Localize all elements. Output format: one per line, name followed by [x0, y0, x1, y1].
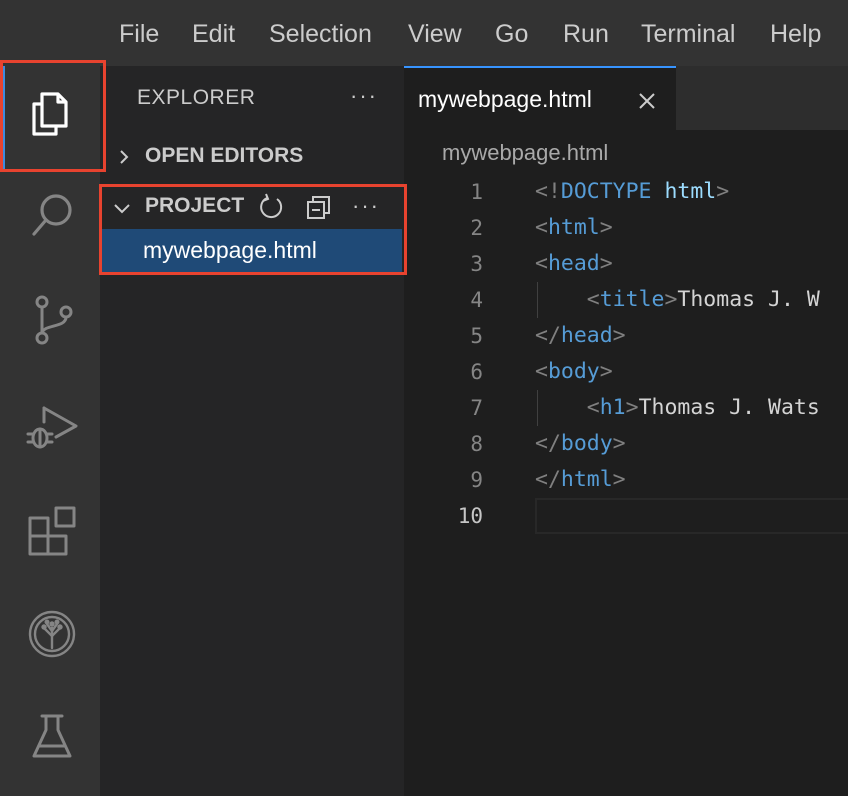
code-token: Thomas J. W [677, 287, 820, 312]
menu-run[interactable]: Run [563, 18, 609, 50]
open-editors-section[interactable]: OPEN EDITORS [100, 140, 404, 174]
collapse-all-icon[interactable] [304, 193, 334, 223]
code-token: > [716, 179, 730, 204]
code-line-5[interactable]: </head> [535, 318, 626, 354]
code-token: title [599, 287, 665, 312]
code-token: head [547, 251, 600, 276]
code-line-6[interactable]: <body> [535, 354, 613, 390]
code-token: > [612, 323, 626, 348]
code-token: <! [535, 179, 561, 204]
activity-bar [0, 66, 100, 796]
explorer-title: EXPLORER [137, 86, 256, 109]
code-token: > [599, 359, 613, 384]
explorer-sidebar: EXPLORER ··· OPEN EDITORS PROJECT ··· my… [100, 66, 404, 796]
lab-flask-icon[interactable] [22, 706, 82, 766]
menu-go[interactable]: Go [495, 18, 528, 50]
code-token: html [547, 215, 600, 240]
menu-selection[interactable]: Selection [269, 18, 372, 50]
line-number: 6 [470, 360, 483, 384]
code-token: > [612, 431, 626, 456]
open-editors-label: OPEN EDITORS [145, 144, 304, 167]
code-token: < [535, 251, 548, 276]
code-token: head [560, 323, 613, 348]
chevron-down-icon [114, 204, 130, 214]
code-token: < [586, 395, 600, 420]
code-token: body [547, 359, 600, 384]
code-line-8[interactable]: </body> [535, 426, 626, 462]
breadcrumb[interactable]: mywebpage.html [442, 140, 608, 166]
line-number: 1 [470, 180, 483, 204]
line-number: 9 [470, 468, 483, 492]
tab-mywebpage[interactable]: mywebpage.html [404, 66, 676, 130]
code-token: < [535, 215, 548, 240]
code-token: body [560, 431, 613, 456]
project-section[interactable]: PROJECT ··· [100, 190, 404, 226]
project-label: PROJECT [145, 194, 245, 217]
code-token: < [535, 359, 548, 384]
line-number: 7 [470, 396, 483, 420]
active-indicator [0, 66, 5, 170]
menu-help[interactable]: Help [770, 18, 821, 50]
menu-edit[interactable]: Edit [192, 18, 235, 50]
skills-network-icon[interactable] [22, 604, 82, 664]
run-debug-icon[interactable] [22, 396, 82, 456]
code-token: > [612, 467, 626, 492]
code-token: DOCTYPE [560, 179, 652, 204]
explorer-more-actions[interactable]: ··· [350, 85, 378, 107]
code-token: html [560, 467, 613, 492]
menu-file[interactable]: File [119, 18, 159, 50]
code-token: </ [535, 323, 561, 348]
project-more-actions[interactable]: ··· [352, 195, 380, 217]
menu-terminal[interactable]: Terminal [641, 18, 735, 50]
code-token: > [599, 215, 613, 240]
source-control-icon[interactable] [22, 290, 82, 350]
line-number: 5 [470, 324, 483, 348]
code-token: h1 [599, 395, 626, 420]
code-token: < [586, 287, 600, 312]
code-line-2[interactable]: <html> [535, 210, 613, 246]
editor-tab-bar: mywebpage.html [404, 66, 848, 130]
line-number: 3 [470, 252, 483, 276]
line-number: 2 [470, 216, 483, 240]
line-number: 4 [470, 288, 483, 312]
file-item-mywebpage[interactable]: mywebpage.html [102, 229, 402, 273]
code-line-7[interactable]: <h1>Thomas J. Wats [535, 390, 820, 426]
explorer-icon[interactable] [22, 84, 82, 144]
chevron-right-icon [120, 150, 129, 164]
menu-view[interactable]: View [408, 18, 462, 50]
line-number: 8 [470, 432, 483, 456]
refresh-icon[interactable] [256, 192, 286, 222]
code-token: > [664, 287, 678, 312]
file-item-label: mywebpage.html [143, 237, 317, 263]
extensions-icon[interactable] [22, 500, 82, 560]
menu-bar: File Edit Selection View Go Run Terminal… [0, 0, 848, 66]
code-line-3[interactable]: <head> [535, 246, 613, 282]
code-token: > [599, 251, 613, 276]
close-icon[interactable] [636, 90, 658, 112]
current-line-highlight[interactable] [535, 498, 848, 534]
line-number-active: 10 [457, 504, 483, 528]
code-token: html [651, 179, 717, 204]
search-icon[interactable] [22, 184, 82, 244]
code-line-9[interactable]: </html> [535, 462, 626, 498]
tab-label: mywebpage.html [418, 86, 592, 112]
code-token: </ [535, 431, 561, 456]
code-line-4[interactable]: <title>Thomas J. W [535, 282, 820, 318]
code-token: > [625, 395, 639, 420]
code-token: Thomas J. Wats [638, 395, 820, 420]
code-token: </ [535, 467, 561, 492]
code-line-1[interactable]: <!DOCTYPE html> [535, 174, 729, 210]
